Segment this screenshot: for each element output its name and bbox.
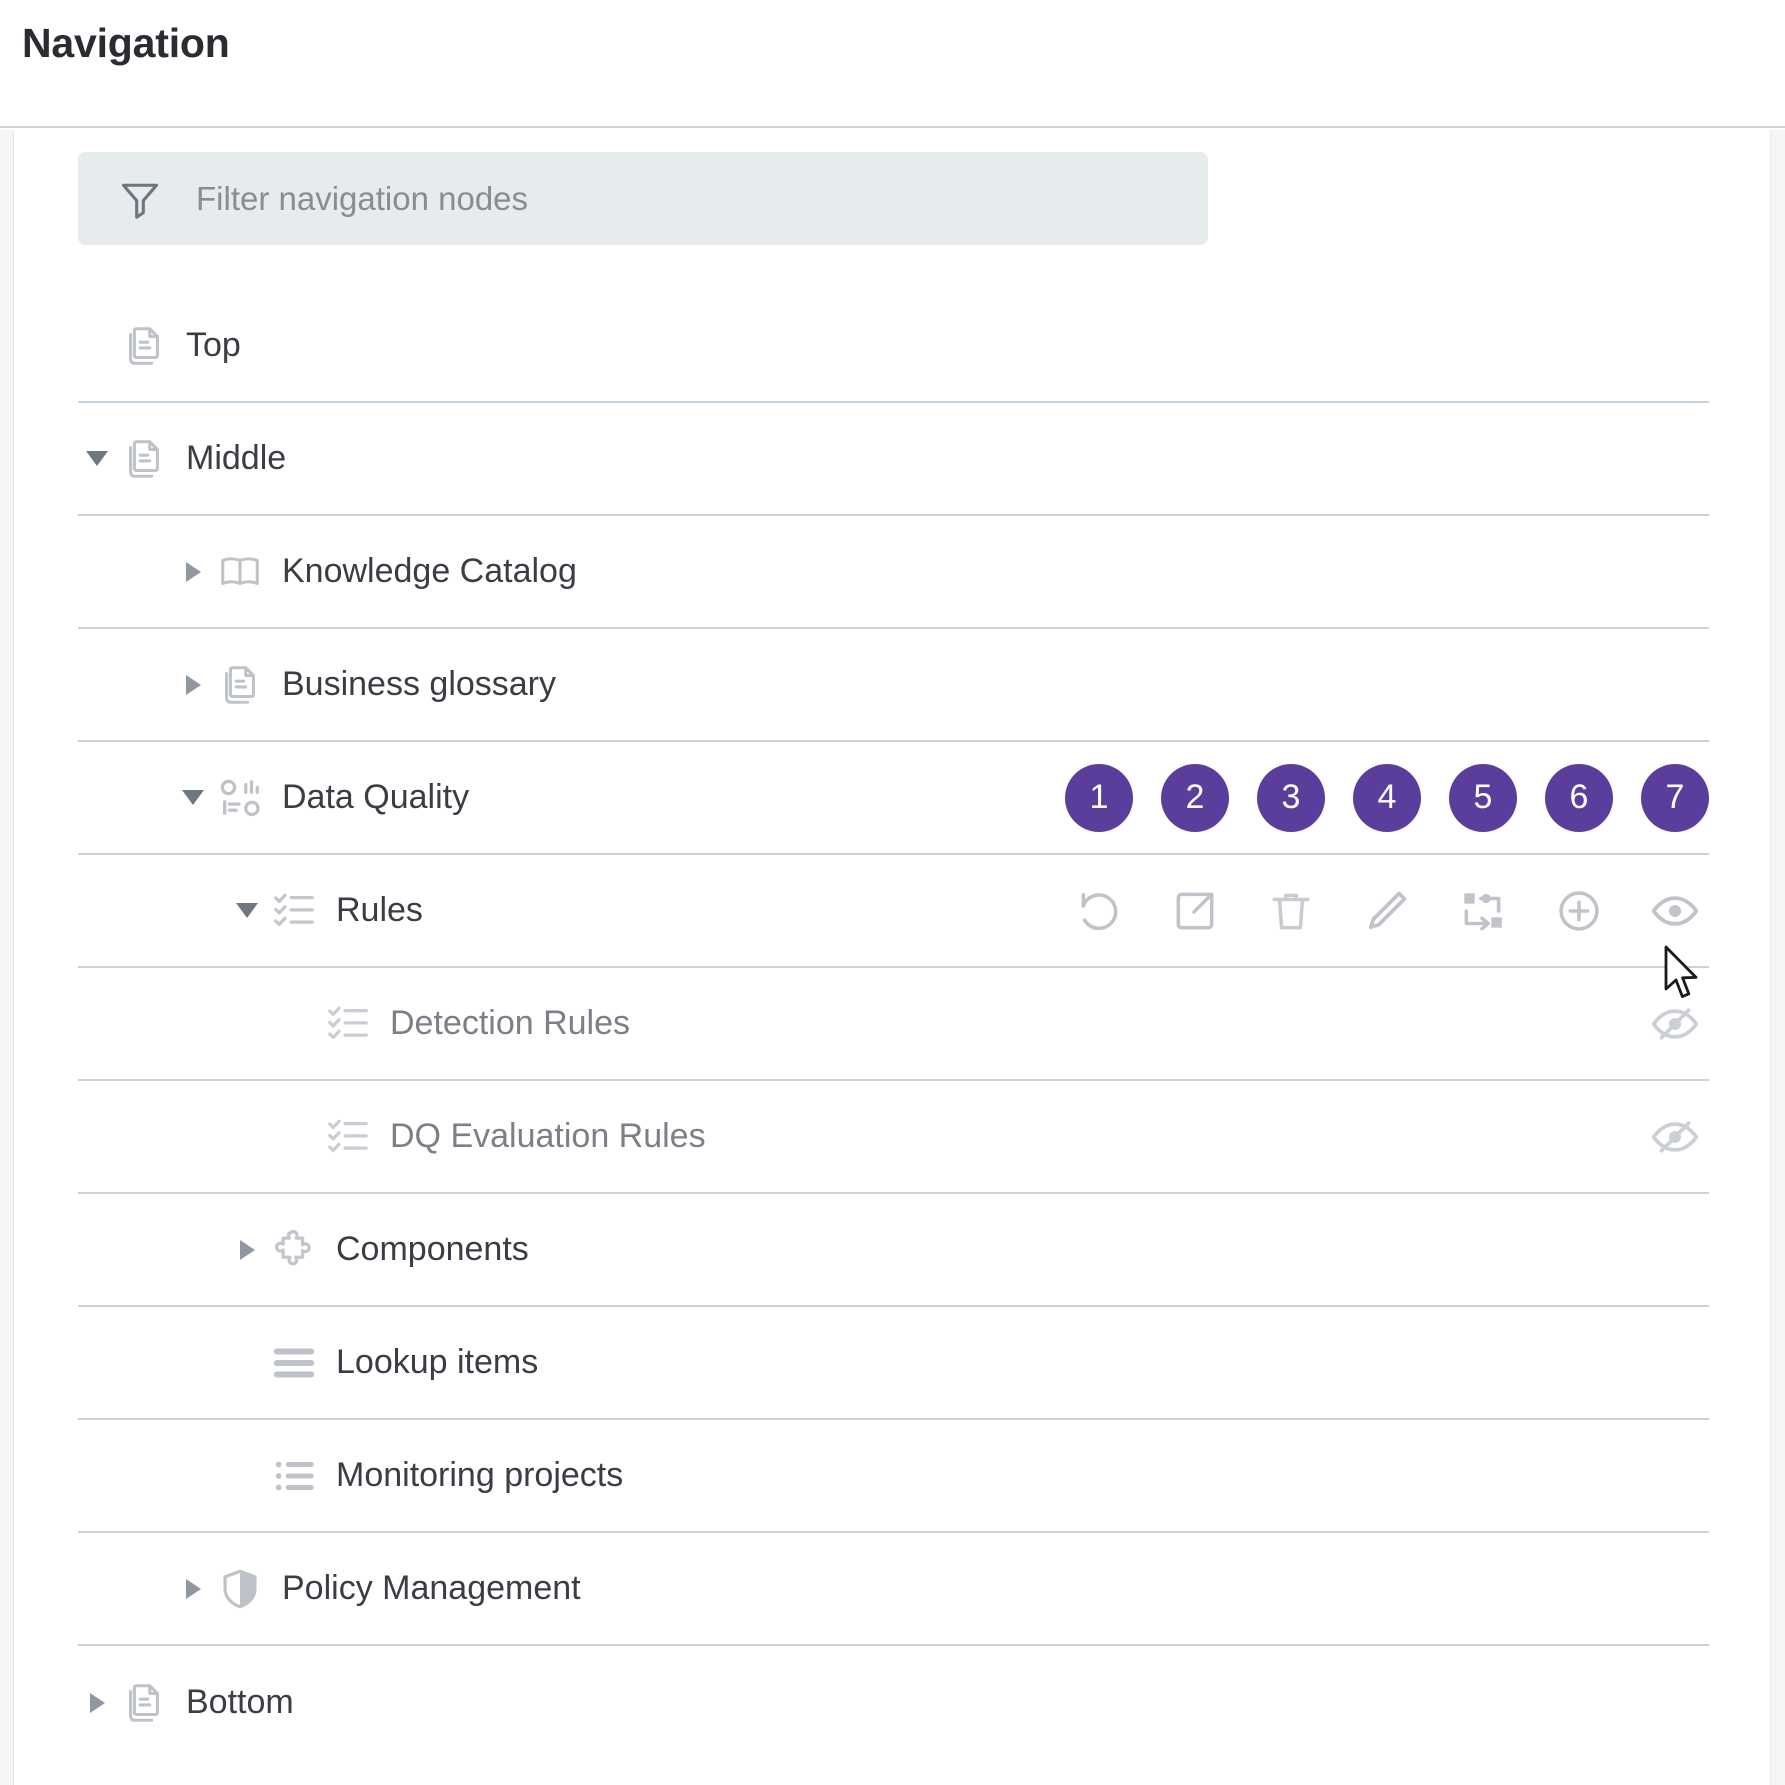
filter-input-placeholder: Filter navigation nodes — [196, 179, 529, 217]
move-icon[interactable] — [1449, 877, 1517, 945]
tree-row-knowledge-catalog[interactable]: Knowledge Catalog — [78, 516, 1709, 629]
badge-4[interactable]: 4 — [1353, 763, 1421, 832]
tree-row-label: Rules — [336, 891, 423, 929]
row-status-group — [1641, 1103, 1709, 1171]
add-icon[interactable] — [1545, 877, 1613, 945]
chevron-down-icon[interactable] — [228, 892, 266, 930]
page-title: Navigation — [22, 20, 230, 66]
checklist-icon — [320, 996, 376, 1052]
chevron-down-icon[interactable] — [78, 440, 116, 478]
chevron-right-icon[interactable] — [228, 1231, 266, 1269]
documents-icon — [116, 1675, 172, 1731]
tree-row-label: Policy Management — [282, 1569, 581, 1607]
badge-5[interactable]: 5 — [1449, 763, 1517, 832]
bulleted-list-icon — [266, 1448, 322, 1504]
tree-row-data-quality[interactable]: Data Quality 1 2 3 4 5 6 7 — [78, 742, 1709, 855]
tree-row-components[interactable]: Components — [78, 1194, 1709, 1307]
chevron-right-icon[interactable] — [174, 666, 212, 704]
tree-row-bottom[interactable]: Bottom — [78, 1646, 1709, 1759]
tree-row-business-glossary[interactable]: Business glossary — [78, 629, 1709, 742]
documents-icon — [116, 431, 172, 487]
documents-icon — [116, 318, 172, 374]
checklist-icon — [320, 1109, 376, 1165]
tree-row-label: Middle — [186, 439, 287, 477]
tree-row-rules[interactable]: Rules — [78, 855, 1709, 968]
documents-icon — [212, 657, 268, 713]
chevron-right-icon[interactable] — [78, 1684, 116, 1722]
tree-row-lookup-items[interactable]: Lookup items — [78, 1307, 1709, 1420]
tree-row-label: Business glossary — [282, 665, 557, 703]
filter-icon — [118, 177, 162, 221]
tree-row-label: DQ Evaluation Rules — [390, 1117, 706, 1155]
panel-header: Navigation — [0, 0, 1785, 128]
tree-row-label: Bottom — [186, 1683, 294, 1721]
tree-row-label: Knowledge Catalog — [282, 552, 577, 590]
row-action-group — [1065, 877, 1709, 945]
visibility-icon[interactable] — [1641, 877, 1709, 945]
book-icon — [212, 544, 268, 600]
tree-row-top[interactable]: Top — [78, 290, 1709, 403]
edit-icon[interactable] — [1353, 877, 1421, 945]
tree-row-label: Lookup items — [336, 1343, 539, 1381]
data-quality-icon — [212, 770, 268, 826]
chevron-right-icon[interactable] — [174, 553, 212, 591]
puzzle-icon — [266, 1222, 322, 1278]
delete-icon[interactable] — [1257, 877, 1325, 945]
shield-icon — [212, 1561, 268, 1617]
tree-row-dq-evaluation-rules[interactable]: DQ Evaluation Rules — [78, 1081, 1709, 1194]
row-status-group — [1641, 990, 1709, 1058]
tree-row-label: Components — [336, 1230, 529, 1268]
badge-1[interactable]: 1 — [1065, 763, 1133, 832]
tree-row-label: Detection Rules — [390, 1004, 631, 1042]
tree-row-label: Monitoring projects — [336, 1456, 624, 1494]
badge-group: 1 2 3 4 5 6 7 — [1065, 763, 1709, 832]
panel-body: Filter navigation nodes Top Middle Knowl… — [0, 130, 1785, 1785]
badge-7[interactable]: 7 — [1641, 763, 1709, 832]
open-external-icon[interactable] — [1161, 877, 1229, 945]
chevron-down-icon[interactable] — [174, 779, 212, 817]
tree-row-middle[interactable]: Middle — [78, 403, 1709, 516]
chevron-right-icon[interactable] — [174, 1570, 212, 1608]
badge-3[interactable]: 3 — [1257, 763, 1325, 832]
tree-row-policy-management[interactable]: Policy Management — [78, 1533, 1709, 1646]
tree-row-monitoring-projects[interactable]: Monitoring projects — [78, 1420, 1709, 1533]
list-bars-icon — [266, 1335, 322, 1391]
badge-2[interactable]: 2 — [1161, 763, 1229, 832]
visibility-off-icon[interactable] — [1641, 1103, 1709, 1171]
tree-row-detection-rules[interactable]: Detection Rules — [78, 968, 1709, 1081]
tree-row-label: Top — [186, 326, 241, 364]
restore-icon[interactable] — [1065, 877, 1133, 945]
filter-input-wrapper[interactable]: Filter navigation nodes — [78, 152, 1208, 245]
tree-row-label: Data Quality — [282, 778, 470, 816]
navigation-tree: Top Middle Knowledge Catalog Business gl… — [0, 290, 1785, 1759]
checklist-icon — [266, 883, 322, 939]
badge-6[interactable]: 6 — [1545, 763, 1613, 832]
navigation-panel: Navigation Filter navigation nodes Top M… — [0, 0, 1785, 1785]
visibility-off-icon[interactable] — [1641, 990, 1709, 1058]
